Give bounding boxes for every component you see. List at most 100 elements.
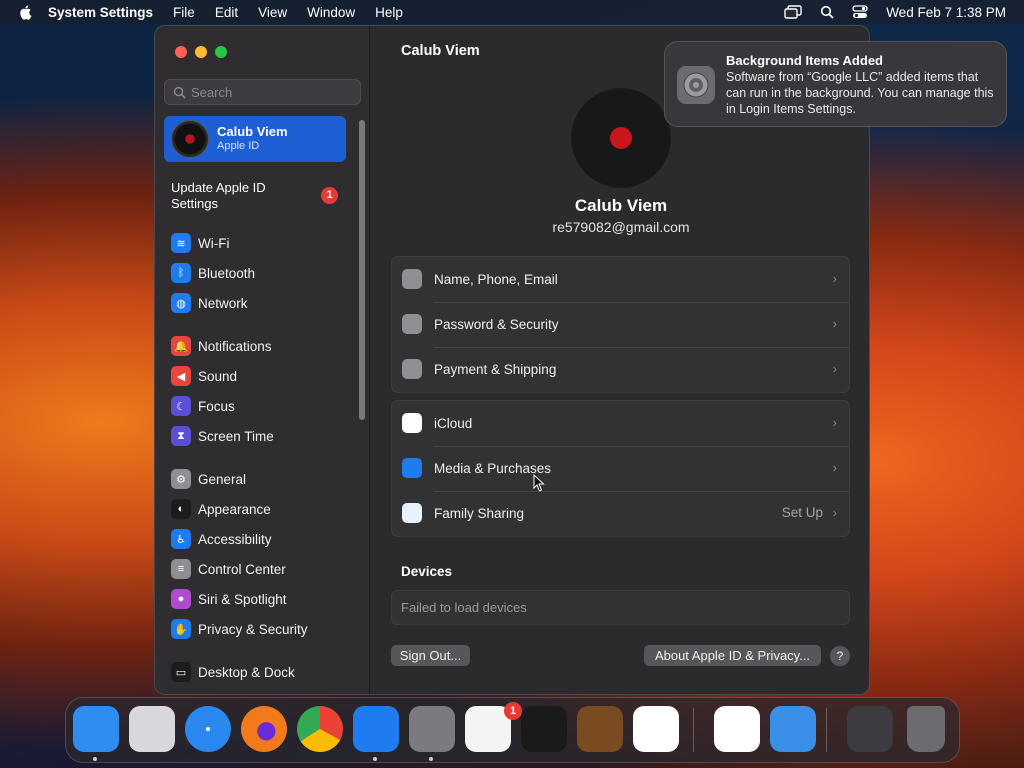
sidebar-item-privacy-security[interactable]: ✋ Privacy & Security bbox=[171, 618, 308, 640]
running-indicator bbox=[373, 757, 377, 761]
sidebar-item-apple-id[interactable]: Calub Viem Apple ID bbox=[164, 116, 346, 162]
finder-icon[interactable] bbox=[73, 706, 119, 752]
menu-window[interactable]: Window bbox=[307, 5, 355, 20]
sidebar-item-control-center[interactable]: ≡ Control Center bbox=[171, 558, 286, 580]
zoom-button[interactable] bbox=[215, 46, 227, 58]
menu-edit[interactable]: Edit bbox=[215, 5, 238, 20]
help-button[interactable]: ? bbox=[830, 646, 850, 666]
sidebar-item-siri-spotlight[interactable]: ● Siri & Spotlight bbox=[171, 588, 287, 610]
moon-icon: ☾ bbox=[171, 396, 191, 416]
sidebar-item-label: Desktop & Dock bbox=[198, 664, 295, 680]
chevron-right-icon: › bbox=[832, 316, 837, 331]
sidebar-item-label: Privacy & Security bbox=[198, 621, 308, 637]
close-button[interactable] bbox=[175, 46, 187, 58]
wifi-icon: ≋ bbox=[171, 233, 191, 253]
sidebar-item-sound[interactable]: ◀ Sound bbox=[171, 365, 237, 387]
menu-help[interactable]: Help bbox=[375, 5, 403, 20]
sidebar-item-bluetooth[interactable]: ᛒ Bluetooth bbox=[171, 262, 255, 284]
sidebar-item-label: Bluetooth bbox=[198, 265, 256, 281]
bell-icon: 🔔 bbox=[171, 336, 191, 356]
notification-title: Background Items Added bbox=[726, 53, 883, 68]
row-family-sharing[interactable]: Family Sharing Set Up › bbox=[392, 491, 849, 536]
sign-out-button[interactable]: Sign Out... bbox=[391, 645, 470, 666]
vscode-icon[interactable] bbox=[633, 706, 679, 752]
weather-icon[interactable] bbox=[770, 706, 816, 752]
sidebar-item-label: Wi-Fi bbox=[198, 235, 230, 251]
row-icloud[interactable]: iCloud › bbox=[392, 401, 849, 446]
siri-icon: ● bbox=[171, 589, 191, 609]
devices-status: Failed to load devices bbox=[401, 600, 527, 615]
mouse-cursor-icon bbox=[533, 474, 545, 492]
menu-file[interactable]: File bbox=[173, 5, 195, 20]
sidebar-item-focus[interactable]: ☾ Focus bbox=[171, 395, 235, 417]
sidebar-scrollbar[interactable] bbox=[359, 120, 365, 420]
minimize-button[interactable] bbox=[195, 46, 207, 58]
chevron-right-icon: › bbox=[832, 361, 837, 376]
sidebar-item-label: Network bbox=[198, 295, 248, 311]
trash-icon[interactable] bbox=[907, 706, 945, 752]
row-password-security[interactable]: Password & Security › bbox=[392, 302, 849, 347]
menu-clock[interactable]: Wed Feb 7 1:38 PM bbox=[886, 5, 1006, 20]
sidebar: Calub Viem Apple ID Update Apple ID Sett… bbox=[155, 26, 370, 694]
downloads-stack-icon[interactable] bbox=[847, 706, 893, 752]
row-label: Password & Security bbox=[434, 317, 559, 332]
visual-studio-icon[interactable] bbox=[714, 706, 760, 752]
sidebar-item-label: Screen Time bbox=[198, 428, 274, 444]
profile-name: Calub Viem bbox=[574, 196, 668, 215]
system-settings-icon bbox=[677, 66, 715, 104]
sidebar-item-appearance[interactable]: ◐ Appearance bbox=[171, 498, 271, 520]
person-icon bbox=[402, 269, 422, 289]
row-media-purchases[interactable]: Media & Purchases › bbox=[392, 446, 849, 491]
row-label: Payment & Shipping bbox=[434, 362, 557, 377]
profile-avatar[interactable] bbox=[571, 88, 671, 188]
screen-mirroring-icon[interactable] bbox=[784, 5, 802, 19]
cloud-icon bbox=[402, 413, 422, 433]
sidebar-item-general[interactable]: ⚙ General bbox=[171, 468, 246, 490]
hourglass-icon: ⧗ bbox=[171, 426, 191, 446]
apple-id-name: Calub Viem bbox=[217, 124, 288, 139]
chevron-right-icon: › bbox=[832, 415, 837, 430]
apple-menu-icon[interactable] bbox=[18, 4, 34, 20]
avatar bbox=[171, 120, 209, 158]
garageband-icon[interactable] bbox=[577, 706, 623, 752]
row-label: Family Sharing bbox=[434, 506, 525, 521]
chrome-icon[interactable] bbox=[297, 706, 343, 752]
sidebar-item-notifications[interactable]: 🔔 Notifications bbox=[171, 335, 272, 357]
sidebar-item-wi-fi[interactable]: ≋ Wi-Fi bbox=[171, 232, 229, 254]
about-apple-id-button[interactable]: About Apple ID & Privacy... bbox=[644, 645, 821, 666]
terminal-icon[interactable] bbox=[521, 706, 567, 752]
running-indicator bbox=[429, 757, 433, 761]
system-settings-icon[interactable] bbox=[409, 706, 455, 752]
hand-icon: ✋ bbox=[171, 619, 191, 639]
row-name-phone-email[interactable]: Name, Phone, Email › bbox=[392, 257, 849, 302]
sidebar-item-label: General bbox=[198, 471, 247, 487]
dock: 1 bbox=[65, 697, 960, 763]
search-input[interactable] bbox=[191, 84, 351, 100]
control-center-icon[interactable] bbox=[852, 5, 868, 19]
safari-icon[interactable] bbox=[185, 706, 231, 752]
app-store-icon bbox=[402, 458, 422, 478]
search-field[interactable] bbox=[164, 79, 361, 105]
sidebar-item-screen-time[interactable]: ⧗ Screen Time bbox=[171, 425, 274, 447]
notification-banner[interactable]: Background Items Added Software from “Go… bbox=[664, 41, 1007, 127]
sidebar-item-network[interactable]: ◍ Network bbox=[171, 292, 248, 314]
family-icon bbox=[402, 503, 422, 523]
lock-icon bbox=[402, 314, 422, 334]
spotlight-search-icon[interactable] bbox=[820, 5, 834, 19]
sidebar-item-update-apple-id[interactable]: Update Apple ID Settings bbox=[171, 180, 291, 212]
firefox-icon[interactable] bbox=[241, 706, 287, 752]
app-store-icon[interactable] bbox=[353, 706, 399, 752]
row-payment-shipping[interactable]: Payment & Shipping › bbox=[392, 347, 849, 392]
sidebar-item-label: Accessibility bbox=[198, 531, 272, 547]
menu-view[interactable]: View bbox=[258, 5, 287, 20]
sidebar-item-desktop-dock[interactable]: ▭ Desktop & Dock bbox=[171, 661, 295, 683]
sidebar-item-accessibility[interactable]: ♿ Accessibility bbox=[171, 528, 272, 550]
menu-app-name[interactable]: System Settings bbox=[48, 5, 153, 20]
sidebar-item-label: Sound bbox=[198, 368, 238, 384]
notification-body: Software from “Google LLC” added items t… bbox=[726, 70, 994, 116]
menu-bar: System Settings File Edit View Window He… bbox=[0, 0, 1024, 24]
services-group: iCloud › Media & Purchases › Family Sharing S… bbox=[391, 400, 850, 537]
dock-separator bbox=[693, 708, 694, 752]
launchpad-icon[interactable] bbox=[129, 706, 175, 752]
settings-badge: 1 bbox=[504, 702, 522, 720]
